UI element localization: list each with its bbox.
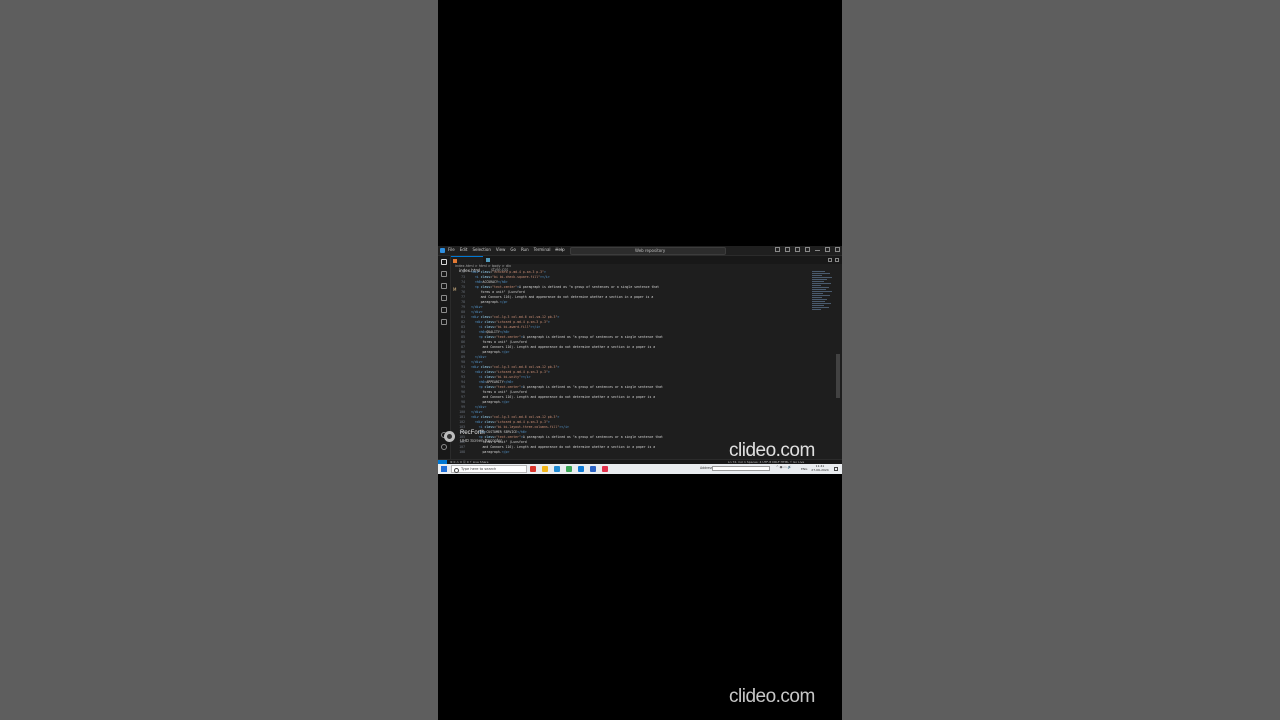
- command-center[interactable]: Web repository: [570, 247, 726, 255]
- system-tray[interactable]: ^ ◉ ▭ 🔊: [776, 465, 791, 469]
- recforth-subtitle: UHD Screen Recorder: [460, 438, 502, 443]
- run-debug-icon[interactable]: [441, 295, 447, 301]
- file-explorer-icon[interactable]: [542, 466, 548, 472]
- video-frame: File Edit Selection View Go Run Terminal…: [438, 0, 842, 720]
- vscode-logo-icon: [440, 248, 445, 253]
- search-icon[interactable]: [441, 271, 447, 277]
- recforth-logo-icon: [444, 431, 455, 442]
- search-placeholder: Type here to search: [461, 467, 497, 471]
- search-icon: [454, 467, 459, 473]
- more-actions-icon[interactable]: [835, 258, 839, 262]
- activity-bar: [438, 256, 451, 459]
- left-blurred-background: [0, 0, 438, 720]
- editor-actions: [828, 258, 839, 262]
- split-editor-icon[interactable]: [828, 258, 832, 262]
- extensions-icon[interactable]: [441, 307, 447, 313]
- chrome-icon[interactable]: [566, 466, 572, 472]
- taskbar-search[interactable]: Type here to search: [451, 465, 527, 473]
- brave-browser-icon[interactable]: [530, 466, 536, 472]
- window-controls: [775, 247, 840, 252]
- layout-sidebar-icon[interactable]: [775, 247, 780, 252]
- clock-date: 27-06-2024: [811, 468, 829, 472]
- menu-view[interactable]: View: [496, 247, 506, 252]
- editor-scrollbar[interactable]: [836, 270, 840, 459]
- menu-terminal[interactable]: Terminal: [534, 247, 551, 252]
- maximize-icon[interactable]: [825, 247, 830, 252]
- layout-panel-icon[interactable]: [785, 247, 790, 252]
- breadcrumb-path[interactable]: index.html > html > body > div: [455, 264, 511, 268]
- explorer-icon[interactable]: [441, 259, 447, 265]
- html-file-icon: [453, 259, 457, 263]
- layout-customize-icon[interactable]: [805, 247, 810, 252]
- close-icon[interactable]: [835, 247, 840, 252]
- recforth-watermark: RecForth UHD Screen Recorder: [444, 430, 508, 446]
- recforth-name: RecForth: [460, 430, 485, 436]
- store-icon[interactable]: [590, 466, 596, 472]
- clideo-watermark-top: clideo.com: [729, 440, 815, 461]
- address-label: Address: [700, 466, 713, 470]
- windows-start-icon[interactable]: [441, 466, 447, 472]
- right-blurred-background: [842, 0, 1280, 720]
- minimap[interactable]: [812, 270, 834, 330]
- menu-run[interactable]: Run: [521, 247, 529, 252]
- clideo-watermark-bottom: clideo.com: [729, 686, 815, 707]
- vscode-taskbar-icon[interactable]: [554, 466, 560, 472]
- taskbar-clock[interactable]: 11:41 27-06-2024: [809, 464, 831, 472]
- desktop-screenshot: File Edit Selection View Go Run Terminal…: [438, 246, 842, 474]
- menu-selection[interactable]: Selection: [472, 247, 490, 252]
- command-center-label: Web repository: [635, 248, 666, 253]
- tab-style-css[interactable]: style.css: [484, 256, 510, 272]
- scrollbar-thumb[interactable]: [836, 354, 840, 398]
- windows-taskbar: Type here to search Address ^ ◉ ▭ 🔊 ENG …: [438, 464, 842, 474]
- remote-explorer-icon[interactable]: [441, 319, 447, 325]
- minimize-icon[interactable]: [815, 250, 820, 251]
- css-file-icon: [486, 258, 490, 262]
- tab-index-html[interactable]: index.html M: [451, 256, 483, 292]
- address-toolbar-input[interactable]: [712, 466, 770, 471]
- line-number: 108: [459, 450, 465, 454]
- menu-bar: File Edit Selection View Go Run Terminal…: [448, 247, 565, 252]
- notification-icon[interactable]: [834, 467, 838, 471]
- menu-file[interactable]: File: [448, 247, 455, 252]
- vscode-titlebar: File Edit Selection View Go Run Terminal…: [438, 246, 842, 256]
- editor-tabs: index.html M style.css: [451, 256, 842, 292]
- recorder-icon[interactable]: [602, 466, 608, 472]
- edge-icon[interactable]: [578, 466, 584, 472]
- menu-edit[interactable]: Edit: [460, 247, 468, 252]
- language-indicator[interactable]: ENG: [801, 467, 807, 471]
- menu-go[interactable]: Go: [510, 247, 516, 252]
- nav-arrows-icon[interactable]: ← →: [555, 247, 563, 252]
- taskbar-apps: [530, 466, 608, 472]
- code-text: paragraph.</p>: [471, 450, 510, 454]
- layout-secondary-icon[interactable]: [795, 247, 800, 252]
- source-control-icon[interactable]: [441, 283, 447, 289]
